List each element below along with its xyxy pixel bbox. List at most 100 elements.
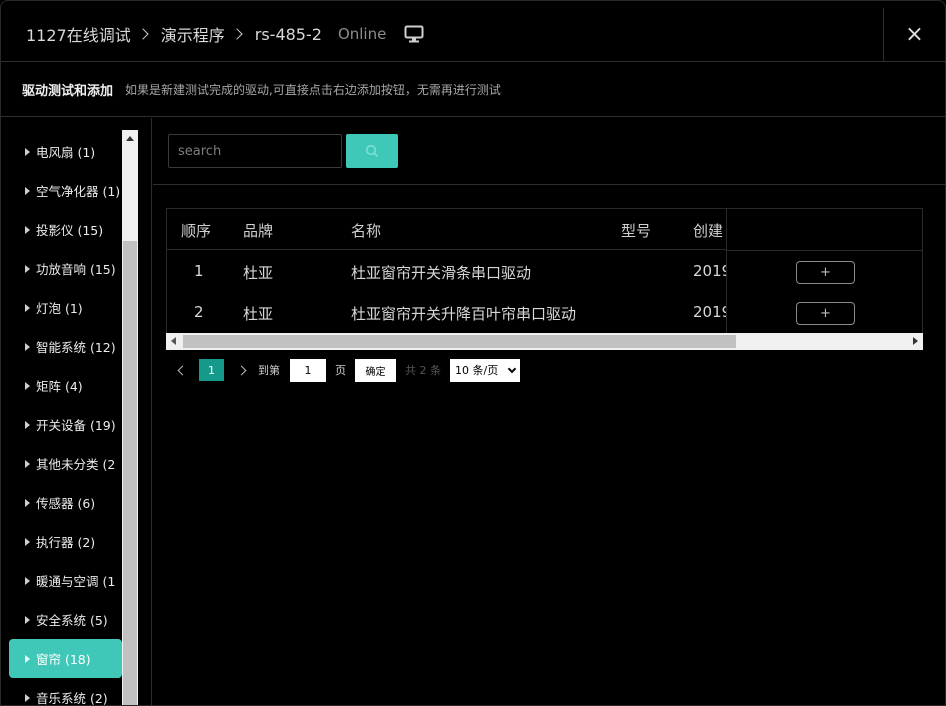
chevron-left-icon <box>177 365 187 375</box>
column-header-created: 创建 <box>693 222 724 240</box>
caret-right-icon <box>25 225 30 234</box>
sidebar-item-label: 音乐系统 (2) <box>36 691 108 706</box>
page-unit-label: 页 <box>335 364 346 377</box>
action-column: + + <box>726 209 922 333</box>
sidebar-item-category[interactable]: 暖通与空调 (1 <box>9 561 122 600</box>
breadcrumb-item-device: rs-485-2 <box>254 24 322 44</box>
cell-index: 1 <box>194 262 204 280</box>
goto-label: 到第 <box>258 364 280 377</box>
caret-right-icon <box>25 303 30 312</box>
sidebar-item-category[interactable]: 投影仪 (15) <box>9 210 122 249</box>
sidebar-item-category[interactable]: 智能系统 (12) <box>9 327 122 366</box>
chevron-down-icon <box>507 364 517 373</box>
sidebar-item-category[interactable]: 执行器 (2) <box>9 522 122 561</box>
category-sidebar: 电风扇 (1) 空气净化器 (1) 投影仪 (15) 功放音响 (15) 灯泡 (1) 智… <box>1 118 152 706</box>
caret-right-icon <box>25 186 30 195</box>
sidebar-item-category[interactable]: 开关设备 (19) <box>9 405 122 444</box>
scroll-up-arrow-icon[interactable] <box>126 136 134 141</box>
sidebar-item-label: 执行器 (2) <box>36 535 96 550</box>
scrollbar-thumb[interactable] <box>123 241 137 705</box>
sidebar-item-category[interactable]: 安全系统 (5) <box>9 600 122 639</box>
goto-page-input[interactable] <box>290 358 326 382</box>
cell-brand: 杜亚 <box>243 305 274 323</box>
page-number-active[interactable]: 1 <box>199 359 224 381</box>
sidebar-item-label: 传感器 (6) <box>36 496 96 511</box>
sidebar-item-category[interactable]: 音乐系统 (2) <box>9 678 122 706</box>
scrollbar-thumb[interactable] <box>183 335 736 348</box>
caret-right-icon <box>25 147 30 156</box>
sidebar-item-label: 开关设备 (19) <box>36 418 116 433</box>
sidebar-scrollbar[interactable] <box>122 130 138 705</box>
sidebar-item-label: 窗帘 (18) <box>36 652 91 667</box>
chevron-right-icon <box>236 365 246 375</box>
caret-right-icon <box>25 693 30 702</box>
sidebar-item-label: 空气净化器 (1) <box>36 184 121 199</box>
chevron-right-icon <box>137 28 149 40</box>
column-header-brand: 品牌 <box>243 222 274 240</box>
search-bar <box>153 118 945 185</box>
breadcrumb-item-project[interactable]: 1127在线调试 <box>26 22 131 46</box>
caret-right-icon <box>25 381 30 390</box>
sidebar-item-label: 其他未分类 (2 <box>36 457 116 472</box>
category-list: 电风扇 (1) 空气净化器 (1) 投影仪 (15) 功放音响 (15) 灯泡 (1) 智… <box>9 132 122 706</box>
goto-confirm-button[interactable]: 确定 <box>355 358 396 382</box>
main-panel: 顺序 品牌 名称 型号 创建 1 杜亚 杜亚窗帘开关滑条串口驱动 2019 2 … <box>153 118 945 705</box>
page-size-select[interactable]: 10 条/页 <box>450 358 520 382</box>
modal-header: 1127在线调试 演示程序 rs-485-2 Online × <box>1 1 945 62</box>
column-header-index: 顺序 <box>181 222 212 240</box>
driver-test-modal: 1127在线调试 演示程序 rs-485-2 Online × 驱动测试和添加 … <box>0 0 946 706</box>
cell-brand: 杜亚 <box>243 264 274 282</box>
breadcrumb: 1127在线调试 演示程序 rs-485-2 Online <box>26 21 424 47</box>
sidebar-item-category[interactable]: 空气净化器 (1) <box>9 171 122 210</box>
add-driver-button[interactable]: + <box>796 302 855 325</box>
chevron-right-icon <box>231 28 243 40</box>
search-button[interactable] <box>346 134 398 168</box>
caret-right-icon <box>25 420 30 429</box>
sidebar-item-category[interactable]: 传感器 (6) <box>9 483 122 522</box>
caret-right-icon <box>25 342 30 351</box>
caret-right-icon <box>25 264 30 273</box>
scroll-left-arrow-icon[interactable] <box>171 337 176 345</box>
total-count: 共 2 条 <box>405 364 441 377</box>
caret-right-icon <box>25 537 30 546</box>
sidebar-item-label: 投影仪 (15) <box>36 223 104 238</box>
next-page-button[interactable] <box>234 365 248 375</box>
search-input[interactable] <box>168 134 342 168</box>
sidebar-item-label: 电风扇 (1) <box>36 145 96 160</box>
connection-status: Online <box>337 25 387 43</box>
breadcrumb-item-program[interactable]: 演示程序 <box>161 22 225 46</box>
column-header-model: 型号 <box>621 222 652 240</box>
cell-name: 杜亚窗帘开关滑条串口驱动 <box>351 264 532 282</box>
caret-right-icon <box>25 459 30 468</box>
sidebar-item-category[interactable]: 电风扇 (1) <box>9 132 122 171</box>
sidebar-item-label: 矩阵 (4) <box>36 379 83 394</box>
add-driver-button[interactable]: + <box>796 261 855 284</box>
sidebar-item-category[interactable]: 其他未分类 (2 <box>9 444 122 483</box>
caret-right-icon <box>25 576 30 585</box>
pagination: 1 到第 页 确定 共 2 条 10 条/页 <box>175 358 520 382</box>
cell-index: 2 <box>194 303 204 321</box>
cell-name: 杜亚窗帘开关升降百叶帘串口驱动 <box>351 305 577 323</box>
sidebar-item-category[interactable]: 灯泡 (1) <box>9 288 122 327</box>
sidebar-item-label: 智能系统 (12) <box>36 340 116 355</box>
driver-table: 顺序 品牌 名称 型号 创建 1 杜亚 杜亚窗帘开关滑条串口驱动 2019 2 … <box>166 208 923 334</box>
caret-right-icon <box>25 654 30 663</box>
section-title: 驱动测试和添加 <box>22 83 114 99</box>
section-description: 如果是新建测试完成的驱动,可直接点击右边添加按钮，无需再进行测试 <box>125 82 501 97</box>
sidebar-item-label: 功放音响 (15) <box>36 262 116 277</box>
section-header: 驱动测试和添加 如果是新建测试完成的驱动,可直接点击右边添加按钮，无需再进行测试 <box>1 62 945 117</box>
close-button[interactable]: × <box>883 8 945 61</box>
prev-page-button[interactable] <box>175 365 189 375</box>
table-horizontal-scrollbar[interactable] <box>166 333 923 350</box>
sidebar-item-label: 灯泡 (1) <box>36 301 83 316</box>
column-header-name: 名称 <box>351 222 382 240</box>
caret-right-icon <box>25 498 30 507</box>
sidebar-item-category[interactable]: 功放音响 (15) <box>9 249 122 288</box>
divider <box>727 250 922 251</box>
sidebar-item-category[interactable]: 窗帘 (18) <box>9 639 122 678</box>
monitor-icon[interactable] <box>404 25 424 43</box>
page-size-value: 10 条/页 <box>455 364 499 377</box>
sidebar-item-category[interactable]: 矩阵 (4) <box>9 366 122 405</box>
scroll-right-arrow-icon[interactable] <box>913 337 918 345</box>
close-icon: × <box>905 21 924 47</box>
